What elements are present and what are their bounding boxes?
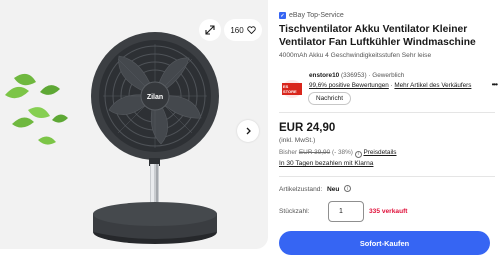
- buy-now-button[interactable]: Sofort-Kaufen: [279, 231, 490, 255]
- positive-rating-link[interactable]: 99,6% positive Bewertungen: [309, 82, 389, 89]
- previous-price: Bisher EUR 39,90 (- 38%) i Preisdetails: [279, 149, 397, 158]
- condition-value: Neu: [327, 186, 340, 193]
- seller-feedback-count: (336953): [340, 72, 367, 79]
- watch-count: 160: [230, 25, 244, 35]
- heart-icon: [246, 26, 256, 34]
- seller-info: enstore10 (336953) · Gewerblich: [309, 72, 404, 79]
- seller-name[interactable]: enstore10: [309, 72, 339, 79]
- quantity-label: Stückzahl:: [279, 208, 310, 215]
- seller-card: ES STORE enstore10 (336953) · Gewerblich…: [279, 71, 498, 107]
- watchlist-button[interactable]: 160: [224, 19, 262, 41]
- top-service-badge[interactable]: ✓ eBay Top-Service: [279, 12, 344, 19]
- was-price: EUR 39,90: [298, 149, 331, 156]
- seller-logo-text: ES STORE: [282, 83, 302, 95]
- seller-type: Gewerblich: [372, 72, 405, 79]
- vat-note: (inkl. MwSt.): [279, 137, 316, 144]
- klarna-installment-link[interactable]: In 30 Tagen bezahlen mit Klarna: [279, 160, 373, 167]
- sold-count: 335 verkauft: [369, 208, 408, 215]
- listing-subtitle: 4000mAh Akku 4 Geschwindigkeitsstufen Se…: [279, 52, 432, 59]
- top-service-label: eBay Top-Service: [289, 12, 344, 19]
- seller-links: 99,6% positive Bewertungen · Mehr Artike…: [309, 82, 472, 89]
- info-icon[interactable]: i: [354, 150, 362, 158]
- price: EUR 24,90: [279, 122, 336, 134]
- divider: [279, 176, 495, 177]
- listing-title: Tischventilator Akku Ventilator Kleiner …: [279, 24, 476, 48]
- more-items-link[interactable]: Mehr Artikel des Verkäufers: [394, 82, 471, 89]
- more-options-icon[interactable]: •••: [492, 80, 498, 89]
- discount: (- 38%): [331, 149, 353, 156]
- divider: [279, 112, 495, 113]
- condition-label: Artikelzustand:: [279, 186, 323, 193]
- next-image-button[interactable]: [237, 120, 259, 142]
- message-seller-button[interactable]: Nachricht: [308, 92, 351, 105]
- top-service-icon: ✓: [279, 12, 286, 19]
- quantity-input[interactable]: [328, 201, 364, 222]
- leaf-decorations: [5, 73, 68, 145]
- condition-info-icon[interactable]: i: [344, 185, 351, 192]
- chevron-right-icon: [246, 127, 251, 135]
- brand-label: Zilan: [147, 94, 163, 101]
- product-image-gallery[interactable]: Zilan 160: [0, 0, 268, 249]
- seller-logo[interactable]: ES STORE: [282, 80, 302, 98]
- was-label: Bisher: [279, 149, 298, 156]
- seller-separator: ·: [368, 72, 371, 79]
- expand-image-button[interactable]: [199, 19, 221, 41]
- price-details-link[interactable]: Preisdetails: [363, 149, 396, 156]
- expand-icon: [205, 25, 215, 35]
